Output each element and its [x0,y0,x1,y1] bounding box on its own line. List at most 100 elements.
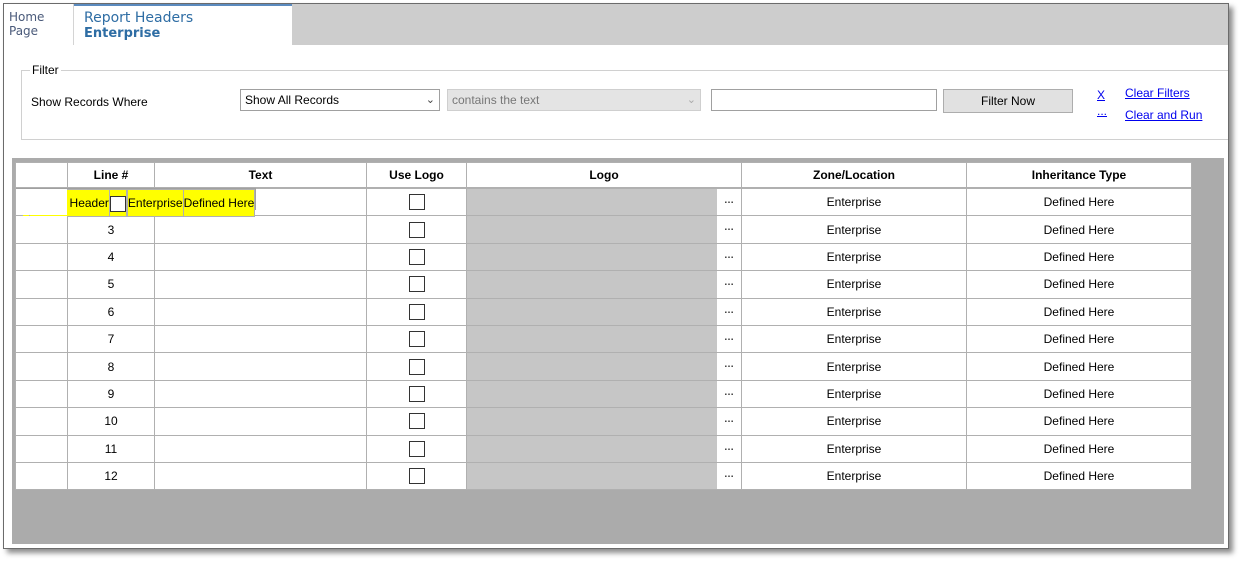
line-number-cell[interactable]: 6 [67,297,155,326]
logo-browse-button[interactable]: … [717,408,741,435]
zone-location-cell[interactable]: Enterprise [741,379,967,409]
text-cell[interactable] [154,242,367,272]
clear-filters-link[interactable]: Clear Filters [1125,86,1190,100]
use-logo-cell[interactable] [366,324,467,354]
records-select[interactable]: Show All Records ⌄ [240,89,440,111]
inheritance-type-cell[interactable]: Defined Here [966,187,1192,217]
text-cell[interactable] [154,352,367,381]
line-number-cell[interactable]: 12 [67,461,155,491]
use-logo-cell[interactable] [366,434,467,463]
use-logo-checkbox[interactable] [408,331,425,348]
table-row[interactable]: 5 … Enterprise Defined Here [15,270,1192,299]
row-header-cell[interactable] [15,434,68,463]
line-number-cell[interactable]: 4 [67,242,155,272]
text-cell[interactable] [154,297,367,326]
row-header-cell[interactable] [15,324,68,354]
text-cell[interactable] [154,461,367,491]
use-logo-cell[interactable] [366,242,467,272]
use-logo-cell[interactable] [366,379,467,409]
inheritance-type-cell[interactable]: Defined Here [966,407,1192,436]
logo-cell[interactable]: … [466,407,742,436]
logo-browse-button[interactable]: … [717,326,741,352]
logo-cell[interactable]: … [466,215,742,244]
logo-browse-button[interactable]: … [717,189,741,215]
inheritance-type-cell[interactable]: Defined Here [966,461,1192,491]
column-header-zone-location[interactable]: Zone/Location [741,162,967,188]
use-logo-cell[interactable] [108,188,127,218]
zone-location-cell[interactable]: Enterprise [741,187,967,217]
table-row[interactable]: 8 … Enterprise Defined Here [15,352,1192,381]
use-logo-cell[interactable] [366,270,467,299]
column-header-logo[interactable]: Logo [466,162,742,188]
clear-filters-x-link[interactable]: X [1097,88,1105,102]
tab-report-headers[interactable]: Report Headers Enterprise [74,4,292,45]
logo-browse-button[interactable]: … [717,381,741,407]
condition-select[interactable]: contains the text ⌄ [447,89,701,111]
logo-cell[interactable]: … [466,379,742,409]
use-logo-checkbox[interactable] [408,385,425,402]
use-logo-checkbox[interactable] [408,413,425,430]
use-logo-cell[interactable] [366,297,467,326]
logo-cell[interactable]: … [466,270,742,299]
filter-now-button[interactable]: Filter Now [943,89,1073,113]
use-logo-checkbox[interactable] [408,440,425,457]
zone-location-cell[interactable]: Enterprise [741,324,967,354]
inheritance-type-cell[interactable]: Defined Here [966,434,1192,463]
zone-location-cell[interactable]: Enterprise [741,407,967,436]
text-cell[interactable] [154,379,367,409]
use-logo-cell[interactable] [366,215,467,244]
clear-and-run-dots-link[interactable]: ... [1097,104,1107,118]
line-number-cell[interactable]: 10 [67,407,155,436]
logo-cell[interactable]: … [466,434,742,463]
text-cell[interactable] [154,434,367,463]
logo-browse-button[interactable]: … [717,244,741,270]
row-header-cell[interactable] [15,407,68,436]
line-number-cell[interactable]: 5 [67,270,155,299]
logo-browse-button[interactable]: … [717,436,741,462]
column-header-line[interactable]: Line # [67,162,155,188]
logo-cell[interactable]: … [466,242,742,272]
table-row[interactable]: 9 … Enterprise Defined Here [15,379,1192,409]
logo-browse-button[interactable]: … [717,463,741,489]
text-cell[interactable] [154,407,367,436]
logo-cell[interactable]: … [466,187,742,217]
logo-browse-button[interactable]: … [717,216,741,243]
column-header-use-logo[interactable]: Use Logo [366,162,467,188]
logo-cell[interactable]: … [466,324,742,354]
logo-browse-button[interactable]: … [717,299,741,325]
zone-location-cell[interactable]: Enterprise [126,188,184,218]
zone-location-cell[interactable]: Enterprise [741,242,967,272]
inheritance-type-cell[interactable]: Defined Here [966,270,1192,299]
inheritance-type-cell[interactable]: Defined Here [182,188,256,218]
row-header-cell[interactable] [15,187,68,217]
inheritance-type-cell[interactable]: Defined Here [966,297,1192,326]
logo-browse-button[interactable]: … [717,353,741,380]
table-row[interactable]: 10 … Enterprise Defined Here [15,407,1192,436]
logo-cell[interactable]: … [466,352,742,381]
inheritance-type-cell[interactable]: Defined Here [966,379,1192,409]
text-cell[interactable] [154,324,367,354]
table-row[interactable]: 7 … Enterprise Defined Here [15,324,1192,354]
filter-text-input[interactable] [711,89,937,111]
row-header-cell[interactable] [15,242,68,272]
row-header-cell[interactable] [15,461,68,491]
use-logo-cell[interactable] [366,352,467,381]
row-header-cell[interactable] [15,270,68,299]
logo-browse-button[interactable]: … [126,190,127,216]
zone-location-cell[interactable]: Enterprise [741,270,967,299]
table-row[interactable]: 4 … Enterprise Defined Here [15,242,1192,272]
zone-location-cell[interactable]: Enterprise [741,215,967,244]
use-logo-cell[interactable] [366,407,467,436]
zone-location-cell[interactable]: Enterprise [741,352,967,381]
use-logo-checkbox[interactable] [408,221,425,238]
column-header-inheritance-type[interactable]: Inheritance Type [966,162,1192,188]
inheritance-type-cell[interactable]: Defined Here [966,324,1192,354]
line-number-cell[interactable]: 8 [67,352,155,381]
use-logo-checkbox[interactable] [408,303,425,320]
use-logo-checkbox[interactable] [408,358,425,375]
use-logo-checkbox[interactable] [110,196,126,213]
line-number-cell[interactable]: 3 [67,215,155,244]
logo-browse-button[interactable]: … [717,271,741,298]
use-logo-checkbox[interactable] [408,248,425,265]
row-header-cell[interactable] [15,297,68,326]
